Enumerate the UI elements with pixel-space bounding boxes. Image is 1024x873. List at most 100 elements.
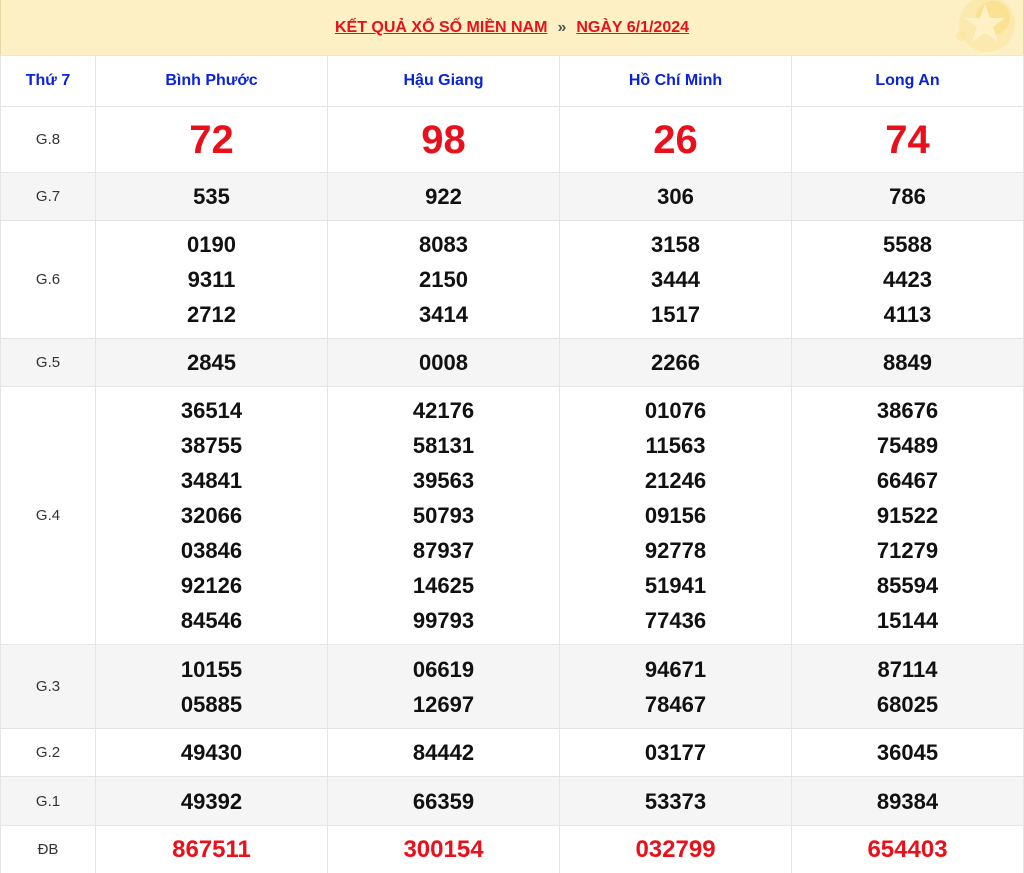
prize-number: 36514 [180, 398, 243, 423]
prize-number: 11563 [645, 433, 706, 458]
prize-cell: 94671 78467 [559, 644, 792, 729]
prize-cell: 2266 [559, 338, 792, 387]
prize-number: 2150 [419, 267, 468, 292]
top-banner: KẾT QUẢ XỔ SỐ MIỀN NAM » NGÀY 6/1/2024 [0, 0, 1024, 55]
prize-number: 21246 [644, 468, 707, 493]
prize-number: 36045 [876, 740, 939, 765]
prize-label: G.3 [0, 644, 96, 729]
prize-number: 49392 [180, 788, 243, 814]
prize-cell: 0190 9311 2712 [95, 220, 328, 339]
prize-cell: 74 [791, 106, 1024, 173]
prize-number: 2845 [187, 350, 236, 375]
prize-number: 15144 [876, 608, 939, 633]
prize-row-db: ĐB 867511 300154 032799 654403 [0, 825, 1024, 873]
prize-number: 92778 [644, 538, 707, 563]
prize-number: 2266 [651, 350, 700, 375]
prize-number: 42176 [412, 398, 475, 423]
prize-number: 8083 [419, 232, 468, 257]
prize-cell: 53373 [559, 776, 792, 826]
prize-number: 10155 [180, 656, 243, 682]
star-decoration-icon [956, 0, 1015, 52]
prize-number: 68025 [876, 691, 939, 717]
prize-number: 72 [189, 117, 234, 162]
prize-number: 89384 [876, 788, 939, 814]
province-hậu-giang[interactable]: Hậu Giang [327, 55, 560, 107]
prize-number: 12697 [412, 691, 475, 717]
province-long-an[interactable]: Long An [791, 55, 1024, 107]
prize-cell: 06619 12697 [327, 644, 560, 729]
prize-number: 306 [657, 184, 694, 209]
province-hồ-chí-minh[interactable]: Hồ Chí Minh [559, 55, 792, 107]
prize-row-g5: G.5 2845 0008 2266 8849 [0, 338, 1024, 387]
prize-number: 1517 [651, 302, 700, 327]
results-page: KẾT QUẢ XỔ SỐ MIỀN NAM » NGÀY 6/1/2024 T… [0, 0, 1024, 873]
prize-number: 654403 [867, 835, 948, 863]
region-results-link[interactable]: KẾT QUẢ XỔ SỐ MIỀN NAM [335, 19, 547, 37]
prize-number: 14625 [412, 573, 475, 598]
prize-number: 99793 [412, 608, 475, 633]
prize-number: 39563 [412, 468, 475, 493]
prize-number: 78467 [644, 691, 707, 717]
prize-cell: 8849 [791, 338, 1024, 387]
prize-number: 032799 [635, 835, 716, 863]
prize-label: G.2 [0, 728, 96, 777]
prize-number: 84546 [180, 608, 243, 633]
prize-number: 06619 [412, 656, 475, 682]
prize-number: 32066 [180, 503, 243, 528]
prize-cell: 8083 2150 3414 [327, 220, 560, 339]
results-body: G.8 72 98 26 74 G.7 535 922 306 786 G.6 0190 9311 271… [0, 106, 1024, 873]
prize-number: 0008 [419, 350, 468, 375]
prize-cell: 0008 [327, 338, 560, 387]
prize-number: 66467 [876, 468, 939, 493]
prize-cell: 01076 11563 21246 09156 92778 51941 77436 [559, 386, 792, 645]
prize-number: 03177 [644, 740, 707, 765]
prize-number: 85594 [876, 573, 939, 598]
prize-cell: 87114 68025 [791, 644, 1024, 729]
prize-cell: 49392 [95, 776, 328, 826]
prize-cell: 72 [95, 106, 328, 173]
prize-cell: 26 [559, 106, 792, 173]
prize-number: 03846 [180, 538, 243, 563]
prize-cell: 42176 58131 39563 50793 87937 14625 99793 [327, 386, 560, 645]
prize-row-g7: G.7 535 922 306 786 [0, 172, 1024, 221]
prize-row-g2: G.2 49430 84442 03177 36045 [0, 728, 1024, 777]
breadcrumb-separator: » [557, 18, 567, 36]
prize-cell: 2845 [95, 338, 328, 387]
prize-cell: 535 [95, 172, 328, 221]
prize-number: 75489 [876, 433, 939, 458]
prize-row-g8: G.8 72 98 26 74 [0, 106, 1024, 173]
header-row: Thứ 7 Bình Phước Hậu Giang Hồ Chí Minh L… [0, 55, 1024, 107]
prize-row-g6: G.6 0190 9311 2712 8083 2150 3414 3158 3444 1517 5… [0, 220, 1024, 339]
prize-label: G.5 [0, 338, 96, 387]
prize-number: 26 [653, 117, 698, 162]
prize-number: 34841 [180, 468, 243, 493]
results-table: Thứ 7 Bình Phước Hậu Giang Hồ Chí Minh L… [0, 55, 1024, 873]
prize-label: ĐB [0, 825, 96, 873]
prize-cell: 98 [327, 106, 560, 173]
prize-cell: 36045 [791, 728, 1024, 777]
prize-number: 922 [425, 184, 462, 209]
prize-number: 98 [421, 117, 466, 162]
prize-number: 92126 [180, 573, 243, 598]
province-bình-phước[interactable]: Bình Phước [95, 55, 328, 107]
prize-number: 3414 [419, 302, 468, 327]
prize-label: G.6 [0, 220, 96, 339]
prize-number: 786 [889, 184, 926, 209]
prize-cell: 03177 [559, 728, 792, 777]
prize-cell: 3158 3444 1517 [559, 220, 792, 339]
prize-number: 4113 [883, 302, 932, 327]
prize-cell: 49430 [95, 728, 328, 777]
prize-number: 87937 [412, 538, 475, 563]
prize-number: 5588 [883, 232, 932, 257]
prize-cell: 10155 05885 [95, 644, 328, 729]
prize-number: 8849 [883, 350, 932, 375]
prize-cell: 867511 [95, 825, 328, 873]
prize-number: 53373 [644, 788, 707, 814]
date-link[interactable]: NGÀY 6/1/2024 [576, 19, 689, 37]
prize-cell: 786 [791, 172, 1024, 221]
prize-cell: 89384 [791, 776, 1024, 826]
prize-number: 05885 [180, 691, 243, 717]
prize-number: 09156 [644, 503, 707, 528]
prize-row-g3: G.3 10155 05885 06619 12697 94671 78467 87114 68… [0, 644, 1024, 729]
prize-number: 66359 [412, 788, 475, 814]
